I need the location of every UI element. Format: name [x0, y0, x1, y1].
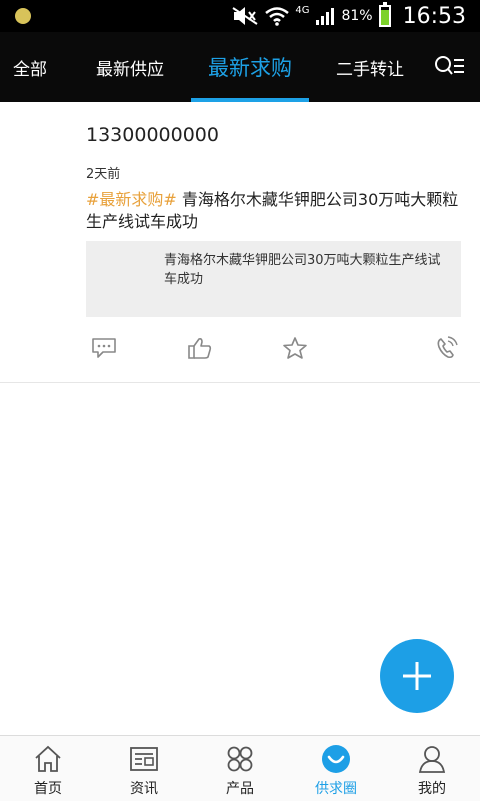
wifi-icon — [265, 6, 290, 26]
phone-icon — [437, 336, 458, 359]
nav-home[interactable]: 首页 — [0, 736, 96, 801]
nav-products-label: 产品 — [226, 781, 254, 797]
tab-all[interactable]: 全部 — [0, 32, 60, 102]
nav-supply-circle-label: 供求圈 — [315, 781, 357, 797]
network-type: 4G — [295, 4, 310, 16]
status-bar: 4G 81% 16:53 — [0, 0, 480, 32]
call-button[interactable] — [430, 332, 462, 364]
nav-supply-circle[interactable]: 供求圈 — [288, 736, 384, 801]
post-tag[interactable]: #最新求购# — [86, 190, 177, 209]
post-content: #最新求购# 青海格尔木藏华钾肥公司30万吨大颗粒生产线试车成功 — [86, 189, 466, 233]
post-card[interactable]: 13300000000 2天前 #最新求购# 青海格尔木藏华钾肥公司30万吨大颗… — [0, 102, 480, 383]
status-icons: 4G 81% 16:53 — [231, 0, 466, 32]
bottom-navigation: 首页 资讯 产品 供求圈 我的 — [0, 735, 480, 801]
clock: 16:53 — [402, 3, 466, 29]
category-tab-bar: 全部 最新供应 最新求购 二手转让 — [0, 32, 480, 102]
home-icon — [33, 744, 63, 774]
shared-link-title: 青海格尔木藏华钾肥公司30万吨大颗粒生产线试车成功 — [164, 253, 441, 287]
battery-icon — [378, 2, 391, 27]
nav-news[interactable]: 资讯 — [96, 736, 192, 801]
search-list-icon — [435, 56, 464, 75]
nav-products[interactable]: 产品 — [192, 736, 288, 801]
product-icon — [225, 744, 255, 774]
signal-icon — [315, 6, 335, 26]
comment-icon — [92, 338, 116, 358]
tab-second-hand[interactable]: 二手转让 — [320, 32, 420, 102]
thumbs-up-icon — [188, 338, 212, 359]
search-menu-button[interactable] — [432, 52, 466, 82]
favorite-button[interactable] — [279, 332, 311, 364]
battery-percent: 81% — [341, 8, 373, 24]
comment-button[interactable] — [88, 332, 120, 364]
mute-icon — [231, 6, 259, 26]
shared-link-card[interactable]: 青海格尔木藏华钾肥公司30万吨大颗粒生产线试车成功 — [86, 241, 461, 317]
nav-home-label: 首页 — [34, 781, 62, 797]
post-author-phone: 13300000000 — [86, 124, 219, 146]
nav-me[interactable]: 我的 — [384, 736, 480, 801]
like-button[interactable] — [184, 332, 216, 364]
post-actions — [0, 332, 480, 368]
tab-latest-demand[interactable]: 最新求购 — [191, 32, 309, 102]
tab-latest-supply[interactable]: 最新供应 — [75, 32, 185, 102]
user-icon — [417, 744, 447, 774]
plus-icon — [403, 662, 431, 690]
nav-news-label: 资讯 — [130, 781, 158, 797]
post-time: 2天前 — [86, 167, 121, 182]
notification-dot-icon — [15, 8, 31, 24]
news-icon — [129, 744, 159, 774]
circle-icon — [321, 744, 351, 774]
star-icon — [283, 337, 307, 359]
add-post-button[interactable] — [380, 639, 454, 713]
nav-me-label: 我的 — [418, 781, 446, 797]
